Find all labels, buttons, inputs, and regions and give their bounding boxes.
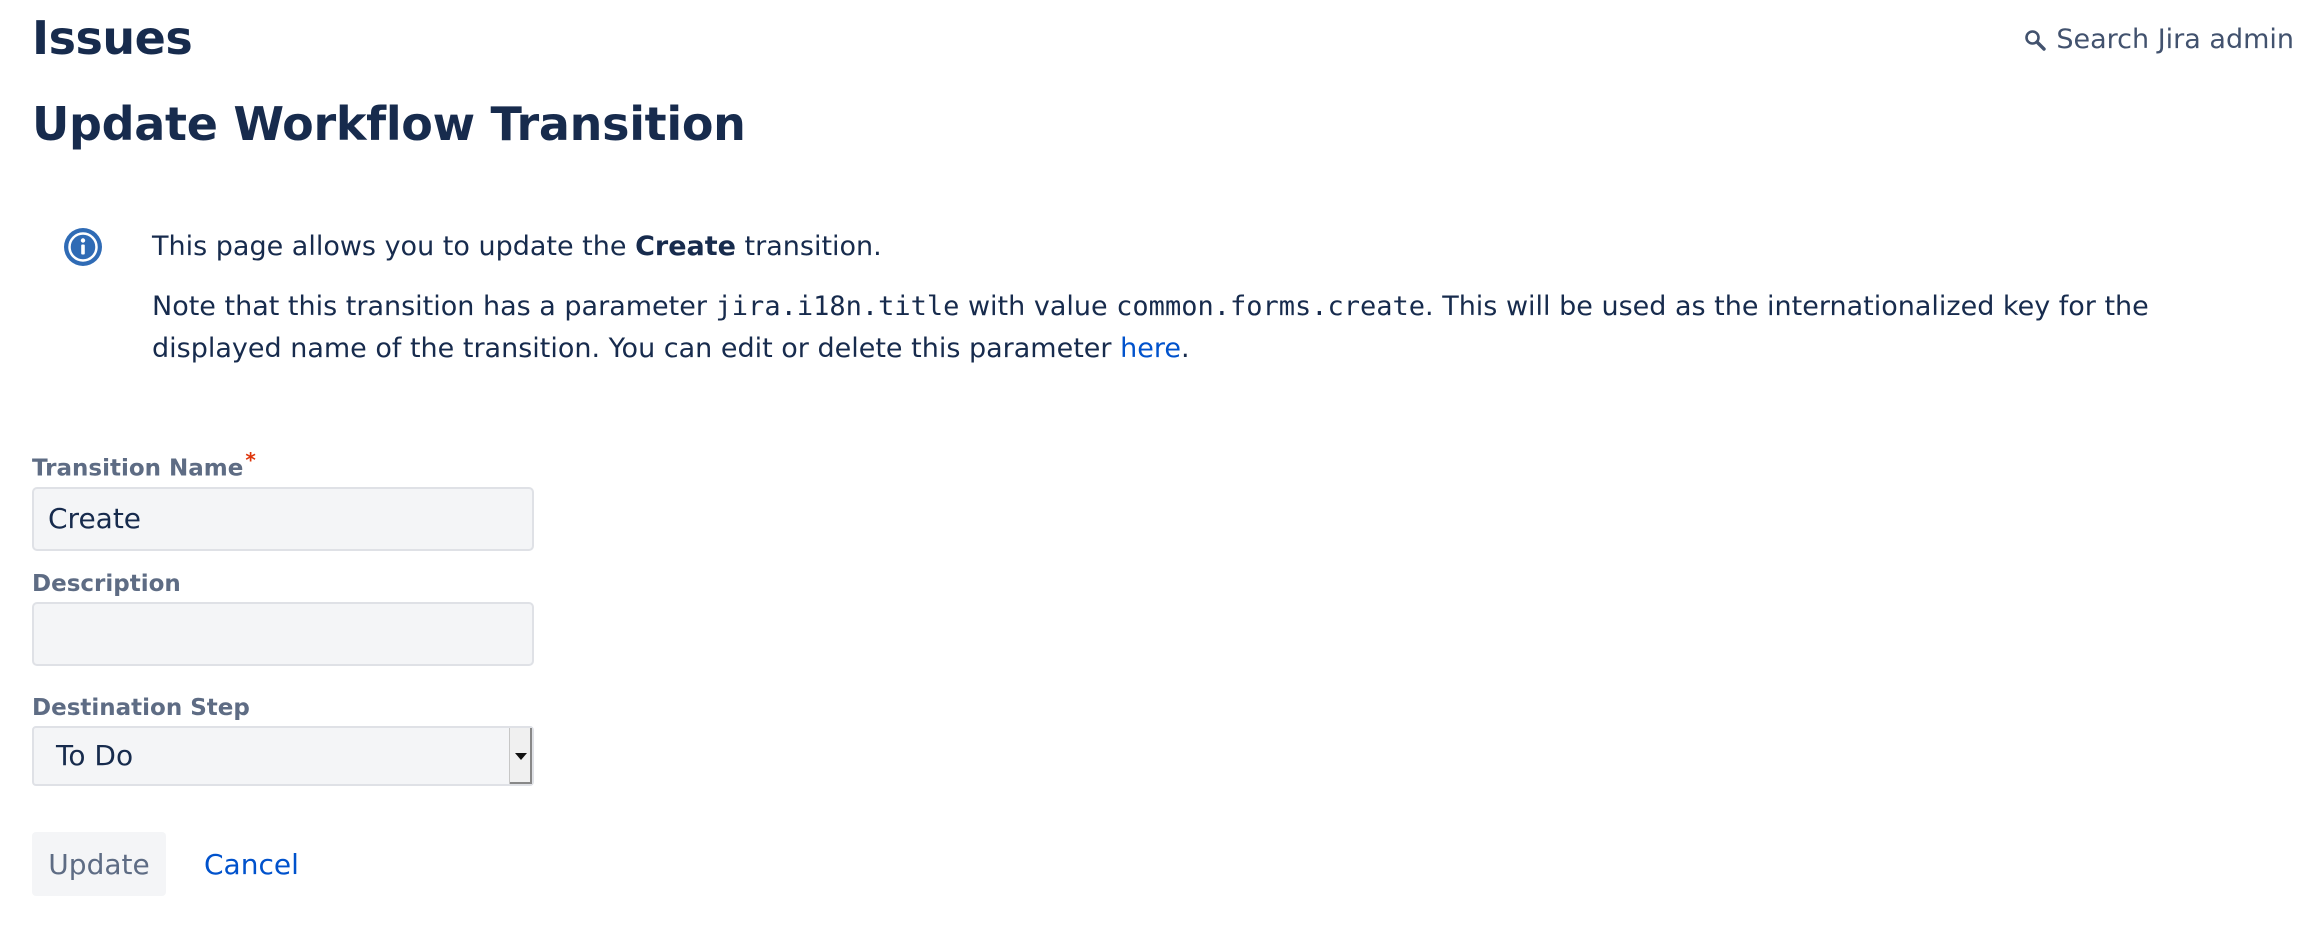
transition-name-input[interactable]: Create <box>32 486 534 551</box>
page: Issues Search Jira admin Update Workflow… <box>0 0 2322 934</box>
page-title: Update Workflow Transition <box>32 97 746 151</box>
info-line-2-end: . <box>1180 333 1190 364</box>
description-label: Description <box>32 571 181 597</box>
transition-name-label: Transition Name * <box>32 446 534 483</box>
info-line-1: This page allows you to update the Creat… <box>152 226 2242 268</box>
info-text: This page allows you to update the Creat… <box>152 226 2242 388</box>
destination-step-value: To Do <box>56 739 134 772</box>
info-line-1-prefix: This page allows you to update the <box>152 231 636 262</box>
description-field: Description <box>32 570 534 666</box>
info-line-2-part-1: Note that this transition has a paramete… <box>152 291 716 322</box>
search-icon <box>2024 29 2047 51</box>
destination-step-select[interactable]: To Do <box>32 726 534 786</box>
info-line-1-suffix: transition. <box>735 231 882 262</box>
transition-name-label-text: Transition Name <box>32 455 244 482</box>
required-marker: * <box>245 448 256 472</box>
transition-name-bold: Create <box>635 231 736 262</box>
description-input[interactable] <box>32 602 534 666</box>
search-jira-admin-link[interactable]: Search Jira admin <box>2024 24 2294 55</box>
destination-step-label: Destination Step <box>32 695 250 721</box>
info-icon <box>62 226 104 272</box>
destination-step-field: Destination Step To Do <box>32 694 534 786</box>
transition-name-field: Transition Name * Create <box>32 446 534 551</box>
chevron-down-icon[interactable] <box>509 728 532 784</box>
cancel-link[interactable]: Cancel <box>204 832 299 896</box>
header-title: Issues <box>32 11 193 65</box>
info-line-2-part-2: with value <box>959 291 1117 322</box>
info-line-2: Note that this transition has a paramete… <box>152 286 2242 370</box>
parameter-value-code: common.forms.create <box>1116 291 1426 322</box>
search-jira-admin-label: Search Jira admin <box>2056 24 2294 55</box>
parameter-key-code: jira.i18n.title <box>715 291 960 322</box>
edit-parameter-link[interactable]: here <box>1120 333 1181 364</box>
update-button[interactable]: Update <box>32 832 166 896</box>
